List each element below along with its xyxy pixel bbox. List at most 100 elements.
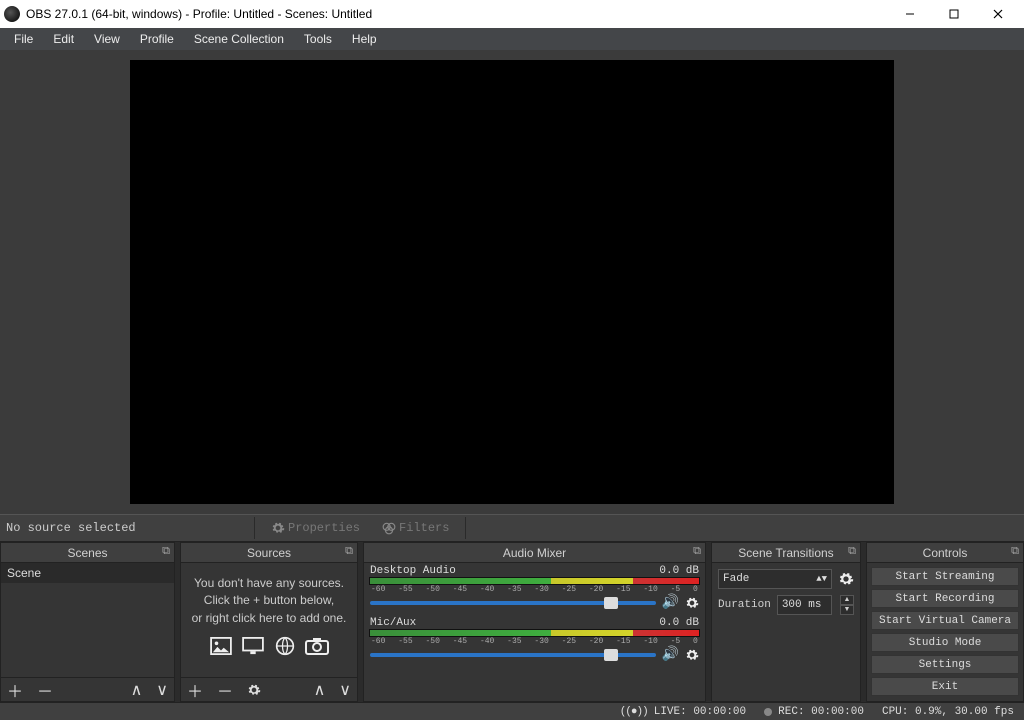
- scene-item[interactable]: Scene: [1, 563, 174, 583]
- remove-source-button[interactable]: －: [217, 678, 233, 702]
- speaker-icon[interactable]: 🔊: [662, 646, 679, 663]
- volume-slider[interactable]: [370, 601, 656, 605]
- menu-help[interactable]: Help: [342, 30, 387, 48]
- duration-label: Duration: [718, 599, 771, 611]
- channel-level: 0.0 dB: [659, 565, 699, 577]
- add-source-button[interactable]: ＋: [187, 678, 203, 702]
- filters-button[interactable]: Filters: [376, 519, 455, 537]
- mixer-title: Audio Mixer: [503, 546, 566, 560]
- empty-line1: You don't have any sources.: [191, 575, 347, 592]
- maximize-button[interactable]: [932, 0, 976, 28]
- source-context-toolbar: No source selected Properties Filters: [0, 514, 1024, 542]
- channel-name: Mic/Aux: [370, 617, 416, 629]
- sources-title: Sources: [247, 546, 291, 560]
- status-rec: REC: 00:00:00: [764, 706, 864, 718]
- exit-button[interactable]: Exit: [871, 677, 1019, 696]
- docks-row: Scenes ⧉ Scene ＋ － ∧ ∨ Sources ⧉ You don…: [0, 542, 1024, 702]
- speaker-icon[interactable]: 🔊: [662, 594, 679, 611]
- move-scene-up-button[interactable]: ∧: [131, 680, 143, 700]
- globe-source-icon: [271, 635, 299, 657]
- popout-icon[interactable]: ⧉: [693, 545, 701, 558]
- record-dot-icon: [764, 708, 772, 716]
- popout-icon[interactable]: ⧉: [345, 545, 353, 558]
- duration-input[interactable]: 300 ms: [777, 595, 832, 615]
- preview-canvas[interactable]: [130, 60, 894, 504]
- mixer-header: Audio Mixer ⧉: [364, 543, 705, 563]
- add-scene-button[interactable]: ＋: [7, 678, 23, 702]
- camera-source-icon: [303, 635, 331, 657]
- status-cpu: CPU: 0.9%, 30.00 fps: [882, 706, 1014, 718]
- preview-area: [0, 50, 1024, 514]
- properties-label: Properties: [288, 521, 360, 535]
- menu-edit[interactable]: Edit: [43, 30, 84, 48]
- sources-dock: Sources ⧉ You don't have any sources. Cl…: [180, 542, 358, 702]
- statusbar: ((●)) LIVE: 00:00:00 REC: 00:00:00 CPU: …: [0, 702, 1024, 720]
- move-source-down-button[interactable]: ∨: [339, 680, 351, 700]
- menu-profile[interactable]: Profile: [130, 30, 184, 48]
- properties-button[interactable]: Properties: [265, 519, 366, 537]
- scenes-header: Scenes ⧉: [1, 543, 174, 563]
- channel-settings-button[interactable]: [685, 648, 699, 662]
- volume-slider[interactable]: [370, 653, 656, 657]
- menu-scene-collection[interactable]: Scene Collection: [184, 30, 294, 48]
- filters-icon: [382, 521, 396, 535]
- duration-spinner[interactable]: ▲ ▼: [840, 595, 854, 615]
- move-source-up-button[interactable]: ∧: [314, 680, 326, 700]
- popout-icon[interactable]: ⧉: [1011, 545, 1019, 558]
- menu-view[interactable]: View: [84, 30, 130, 48]
- no-source-label: No source selected: [4, 521, 244, 535]
- controls-body: Start Streaming Start Recording Start Vi…: [867, 563, 1023, 701]
- maximize-icon: [949, 9, 959, 19]
- menu-file[interactable]: File: [4, 30, 43, 48]
- mixer-channel-mic: Mic/Aux 0.0 dB -60-55-50-45-40-35-30-25-…: [370, 617, 699, 663]
- app-logo-icon: [4, 6, 20, 22]
- controls-dock: Controls ⧉ Start Streaming Start Recordi…: [866, 542, 1024, 702]
- empty-line2: Click the + button below,: [191, 592, 347, 609]
- menu-tools[interactable]: Tools: [294, 30, 342, 48]
- start-virtual-camera-button[interactable]: Start Virtual Camera: [871, 611, 1019, 630]
- sources-toolbar: ＋ － ∧ ∨: [181, 677, 357, 701]
- remove-scene-button[interactable]: －: [37, 678, 53, 702]
- scenes-list[interactable]: Scene: [1, 563, 174, 677]
- transition-select[interactable]: Fade ▲▼: [718, 569, 832, 589]
- transitions-dock: Scene Transitions ⧉ Fade ▲▼ Duration 300…: [711, 542, 861, 702]
- audio-meter: [370, 578, 699, 584]
- minimize-icon: [905, 9, 915, 19]
- rec-label: REC: 00:00:00: [778, 706, 864, 718]
- studio-mode-button[interactable]: Studio Mode: [871, 633, 1019, 652]
- start-streaming-button[interactable]: Start Streaming: [871, 567, 1019, 586]
- popout-icon[interactable]: ⧉: [848, 545, 856, 558]
- channel-level: 0.0 dB: [659, 617, 699, 629]
- display-source-icon: [239, 635, 267, 657]
- mixer-channel-desktop: Desktop Audio 0.0 dB -60-55-50-45-40-35-…: [370, 565, 699, 611]
- sources-list[interactable]: You don't have any sources. Click the + …: [181, 563, 357, 677]
- controls-title: Controls: [923, 546, 968, 560]
- popout-icon[interactable]: ⧉: [162, 545, 170, 558]
- titlebar: OBS 27.0.1 (64-bit, windows) - Profile: …: [0, 0, 1024, 28]
- move-scene-down-button[interactable]: ∨: [156, 680, 168, 700]
- transitions-title: Scene Transitions: [738, 546, 833, 560]
- channel-settings-button[interactable]: [685, 596, 699, 610]
- menubar: File Edit View Profile Scene Collection …: [0, 28, 1024, 50]
- gear-icon: [685, 648, 699, 662]
- separator: [254, 517, 255, 539]
- cpu-label: CPU: 0.9%, 30.00 fps: [882, 706, 1014, 718]
- audio-meter: [370, 630, 699, 636]
- gear-icon: [685, 596, 699, 610]
- status-live: ((●)) LIVE: 00:00:00: [620, 706, 746, 718]
- chevron-updown-icon: ▲▼: [816, 574, 827, 584]
- sources-empty-message: You don't have any sources. Click the + …: [181, 563, 357, 661]
- duration-value: 300 ms: [782, 599, 822, 611]
- chevron-down-icon: ▼: [840, 605, 854, 615]
- scenes-toolbar: ＋ － ∧ ∨: [1, 677, 174, 701]
- minimize-button[interactable]: [888, 0, 932, 28]
- source-properties-button[interactable]: [247, 683, 261, 697]
- transitions-header: Scene Transitions ⧉: [712, 543, 860, 563]
- settings-button[interactable]: Settings: [871, 655, 1019, 674]
- separator: [465, 517, 466, 539]
- scenes-dock: Scenes ⧉ Scene ＋ － ∧ ∨: [0, 542, 175, 702]
- window-title: OBS 27.0.1 (64-bit, windows) - Profile: …: [26, 7, 888, 21]
- start-recording-button[interactable]: Start Recording: [871, 589, 1019, 608]
- transition-properties-button[interactable]: [838, 571, 854, 587]
- close-button[interactable]: [976, 0, 1020, 28]
